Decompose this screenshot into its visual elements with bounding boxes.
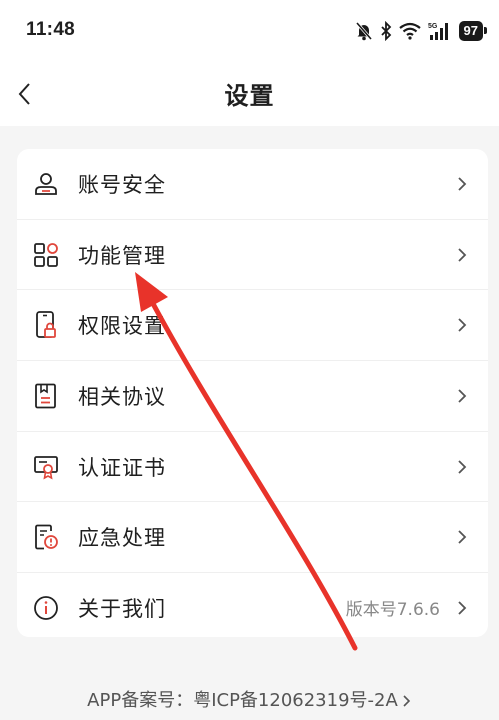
- icp-record-text: APP备案号：粤ICP备12062319号-2A: [87, 690, 398, 711]
- settings-item-label: 认证证书: [78, 455, 166, 480]
- settings-item-label: 权限设置: [78, 314, 166, 339]
- phone-lock-icon: [33, 311, 59, 339]
- settings-item-about-us[interactable]: 关于我们 版本号7.6.6: [17, 573, 488, 637]
- status-bar: 11:48 5G 97: [0, 0, 499, 62]
- settings-item-label: 应急处理: [78, 526, 166, 551]
- settings-item-label: 关于我们: [78, 596, 166, 621]
- settings-item-account-security[interactable]: 账号安全: [17, 149, 488, 220]
- settings-item-label: 相关协议: [78, 384, 166, 409]
- page-title: 设置: [224, 82, 275, 110]
- bluetooth-icon: [380, 21, 391, 41]
- settings-item-agreements[interactable]: 相关协议: [17, 361, 488, 432]
- svg-text:5G: 5G: [428, 23, 438, 30]
- user-icon: [33, 171, 59, 197]
- chevron-right-icon: [458, 459, 467, 474]
- settings-item-permissions[interactable]: 权限设置: [17, 290, 488, 362]
- info-icon: [33, 595, 59, 621]
- settings-list: 账号安全 功能管理 权限设置 相关协议 认证证书 应急处理 关于我们 版本号7.…: [17, 149, 488, 637]
- mute-bell-icon: [355, 22, 372, 41]
- settings-item-label: 功能管理: [78, 243, 166, 268]
- document-icon: [33, 383, 59, 409]
- version-label: 版本号7.6.6: [345, 600, 440, 621]
- chevron-right-icon: [403, 695, 410, 707]
- wifi-icon: [398, 22, 421, 40]
- certificate-icon: [33, 454, 59, 480]
- icp-record-link[interactable]: APP备案号：粤ICP备12062319号-2A: [0, 686, 499, 712]
- settings-item-feature-management[interactable]: 功能管理: [17, 220, 488, 291]
- chevron-right-icon: [458, 530, 467, 544]
- status-icons: 5G 97: [355, 20, 488, 42]
- settings-item-emergency[interactable]: 应急处理: [17, 502, 488, 574]
- chevron-right-icon: [458, 601, 467, 615]
- settings-item-label: 账号安全: [78, 172, 166, 197]
- chevron-right-icon: [458, 247, 467, 262]
- battery-indicator: 97: [458, 21, 488, 41]
- nav-bar: 设置: [0, 62, 499, 126]
- grid-icon: [33, 242, 59, 268]
- chevron-right-icon: [458, 318, 467, 332]
- emergency-doc-icon: [33, 524, 59, 550]
- cellular-5g-icon: 5G: [428, 23, 448, 40]
- status-time: 11:48: [26, 19, 76, 40]
- settings-item-certificates[interactable]: 认证证书: [17, 432, 488, 503]
- chevron-right-icon: [458, 177, 467, 191]
- chevron-right-icon: [458, 389, 467, 403]
